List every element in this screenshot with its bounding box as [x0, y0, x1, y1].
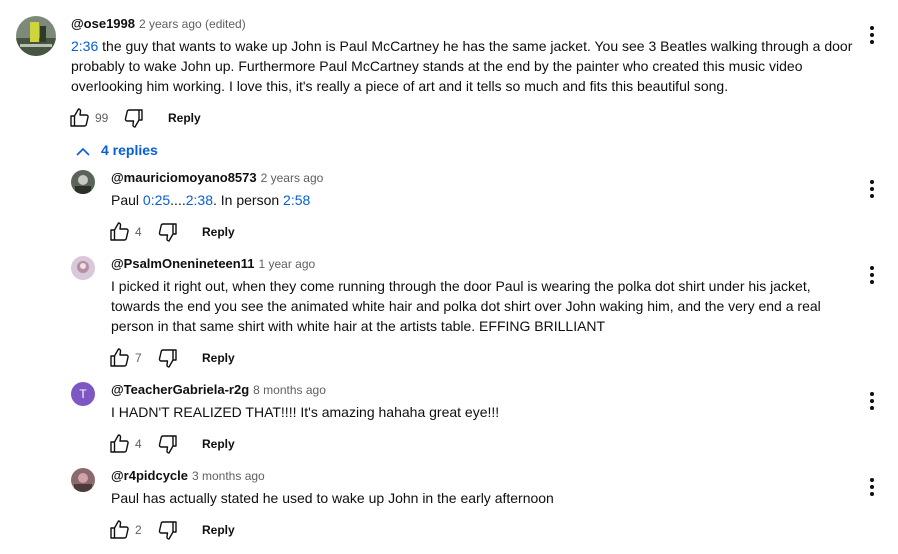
- thumbs-up-icon[interactable]: [68, 106, 92, 130]
- timestamp-link[interactable]: 2:58: [283, 192, 310, 208]
- like-count: 7: [135, 351, 142, 365]
- reply-button[interactable]: Reply: [168, 109, 201, 127]
- comment-text: I picked it right out, when they come ru…: [111, 276, 831, 336]
- author-name[interactable]: @PsalmOnenineteen11: [111, 256, 254, 271]
- comment-time[interactable]: 8 months ago: [253, 383, 326, 397]
- comment-actions: 7 Reply: [108, 346, 308, 370]
- comment-actions: 4 Reply: [108, 220, 308, 244]
- author-name[interactable]: @mauriciomoyano8573: [111, 170, 257, 185]
- comment-thread: @ose1998 2 years ago (edited) 2:36 the gu…: [0, 0, 898, 140]
- avatar[interactable]: T: [71, 382, 95, 406]
- thumbs-down-icon[interactable]: [155, 518, 179, 542]
- comment-text: I HADN'T REALIZED THAT!!!! It's amazing …: [111, 402, 831, 422]
- comment-actions: 2 Reply: [108, 518, 308, 542]
- more-vert-icon[interactable]: [860, 177, 884, 201]
- reply-item: @PsalmOnenineteen11 1 year ago I picked i…: [0, 252, 898, 372]
- more-vert-icon[interactable]: [860, 263, 884, 287]
- comment-header: @r4pidcycle 3 months ago: [111, 467, 265, 485]
- author-name[interactable]: @r4pidcycle: [111, 468, 188, 483]
- reply-button[interactable]: Reply: [202, 349, 235, 367]
- comment-time[interactable]: 2 years ago (edited): [139, 17, 246, 31]
- avatar-image: [16, 16, 56, 56]
- reply-item: @mauriciomoyano8573 2 years ago Paul 0:25…: [0, 166, 898, 246]
- thumbs-down-icon[interactable]: [121, 106, 145, 130]
- comment-text: Paul 0:25....2:38. In person 2:58: [111, 190, 831, 210]
- more-vert-icon[interactable]: [860, 389, 884, 413]
- timestamp-link[interactable]: 2:36: [71, 38, 98, 54]
- comment-header: @TeacherGabriela-r2g 8 months ago: [111, 381, 326, 399]
- thumbs-down-icon[interactable]: [155, 432, 179, 456]
- avatar-image: [71, 468, 95, 492]
- reply-button[interactable]: Reply: [202, 521, 235, 539]
- like-count: 2: [135, 523, 142, 537]
- comment-actions: 99 Reply: [68, 106, 268, 130]
- comment-text-run: I picked it right out, when they come ru…: [111, 278, 821, 334]
- comment-text: 2:36 the guy that wants to wake up John …: [71, 36, 861, 96]
- timestamp-link[interactable]: 0:25: [143, 192, 170, 208]
- timestamp-link[interactable]: 2:38: [186, 192, 213, 208]
- comment-header: @PsalmOnenineteen11 1 year ago: [111, 255, 315, 273]
- comment-text-run: I HADN'T REALIZED THAT!!!! It's amazing …: [111, 404, 500, 420]
- avatar-image: [71, 170, 95, 194]
- chevron-up-icon: [76, 147, 90, 156]
- avatar[interactable]: [71, 170, 95, 194]
- like-count: 4: [135, 437, 142, 451]
- comment-text-run: Paul: [111, 192, 143, 208]
- comment-header: @mauriciomoyano8573 2 years ago: [111, 169, 323, 187]
- comment-time[interactable]: 2 years ago: [261, 171, 324, 185]
- comment-text: Paul has actually stated he used to wake…: [111, 488, 831, 508]
- comment-text-run: the guy that wants to wake up John is Pa…: [71, 38, 853, 94]
- thumbs-down-icon[interactable]: [155, 220, 179, 244]
- reply-button[interactable]: Reply: [202, 435, 235, 453]
- avatar[interactable]: [71, 468, 95, 492]
- author-name[interactable]: @TeacherGabriela-r2g: [111, 382, 249, 397]
- comment-text-run: Paul has actually stated he used to wake…: [111, 490, 554, 506]
- avatar[interactable]: [16, 16, 56, 56]
- like-count: 99: [95, 111, 109, 125]
- reply-button[interactable]: Reply: [202, 223, 235, 241]
- thumbs-up-icon[interactable]: [108, 346, 132, 370]
- more-vert-icon[interactable]: [860, 475, 884, 499]
- avatar-image: [71, 256, 95, 280]
- comment-header: @ose1998 2 years ago (edited): [71, 15, 246, 33]
- thumbs-down-icon[interactable]: [155, 346, 179, 370]
- reply-item: @r4pidcycle 3 months ago Paul has actuall…: [0, 464, 898, 550]
- comment-text-run: ....: [170, 192, 186, 208]
- avatar[interactable]: [71, 256, 95, 280]
- thumbs-up-icon[interactable]: [108, 432, 132, 456]
- comment-time[interactable]: 1 year ago: [258, 257, 315, 271]
- author-name[interactable]: @ose1998: [71, 16, 135, 31]
- reply-item: T @TeacherGabriela-r2g 8 months ago I HAD…: [0, 378, 898, 458]
- comment-time[interactable]: 3 months ago: [192, 469, 265, 483]
- thumbs-up-icon[interactable]: [108, 220, 132, 244]
- comment-actions: 4 Reply: [108, 432, 308, 456]
- avatar-letter: T: [79, 387, 87, 401]
- more-vert-icon[interactable]: [860, 23, 884, 47]
- comment-text-run: . In person: [212, 192, 284, 208]
- thumbs-up-icon[interactable]: [108, 518, 132, 542]
- like-count: 4: [135, 225, 142, 239]
- replies-count-label: 4 replies: [101, 142, 158, 158]
